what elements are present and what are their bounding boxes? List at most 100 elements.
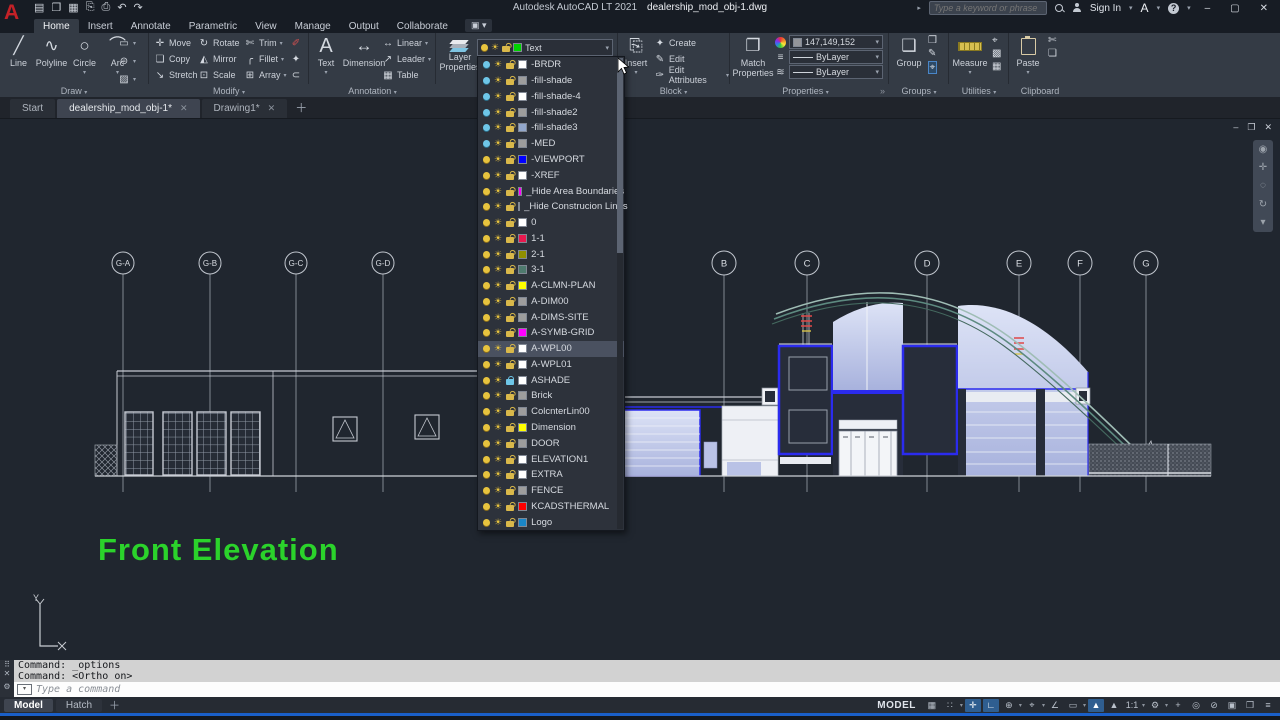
help-icon[interactable]: ? (1168, 3, 1179, 14)
file-tab-dealershipmodobj1[interactable]: dealership_mod_obj-1*✕ (57, 99, 199, 118)
layer-row[interactable]: ☀_Hide Area Boundaries (478, 183, 624, 199)
graphics-performance-icon[interactable]: ◎ (1188, 699, 1204, 712)
layer-on-icon[interactable] (483, 314, 490, 321)
layer-freeze-icon[interactable]: ☀ (494, 423, 502, 432)
layer-on-icon[interactable] (483, 219, 490, 226)
layer-unlocked-icon[interactable] (506, 316, 514, 322)
layer-on-icon[interactable] (483, 361, 490, 368)
layer-row[interactable]: ☀-BRDR (478, 57, 624, 73)
layer-color-swatch[interactable] (518, 391, 527, 400)
layer-unlocked-icon[interactable] (506, 268, 514, 274)
layer-unlocked-icon[interactable] (506, 331, 514, 337)
calculator-icon[interactable]: ▦ (992, 61, 1001, 72)
layer-row[interactable]: ☀A-DIMS-SITE (478, 309, 624, 325)
layer-freeze-icon[interactable]: ☀ (491, 43, 499, 52)
tool-text-button[interactable]: AText▾ (312, 33, 340, 79)
status-flyout-icon[interactable]: ▾ (1083, 702, 1086, 709)
layer-on-icon[interactable] (481, 44, 488, 51)
layer-row[interactable]: ☀Dimension (478, 420, 624, 436)
tool-fillet-button[interactable]: ╭Fillet▾ (244, 51, 290, 67)
command-tools-icon[interactable]: ⚙ (0, 678, 14, 693)
layer-unlocked-icon[interactable] (506, 237, 514, 243)
layer-color-swatch[interactable] (518, 187, 522, 196)
tool-move-button[interactable]: ✛Move (154, 35, 198, 51)
layer-freeze-icon[interactable]: ☀ (494, 486, 502, 495)
flyout-icon[interactable]: ▾ (133, 76, 136, 83)
flyout-icon[interactable]: ▾ (726, 72, 729, 79)
layer-freeze-icon[interactable]: ☀ (494, 281, 502, 290)
navbar-menu-icon[interactable]: ▾ (1260, 217, 1265, 228)
layer-row[interactable]: ☀A-WPL00 (478, 341, 624, 357)
layer-row[interactable]: ☀-fill-shade3 (478, 120, 624, 136)
new-layout-icon[interactable]: ＋ (109, 697, 120, 713)
layer-on-icon[interactable] (483, 172, 490, 179)
flyout-icon[interactable]: ▾ (284, 72, 287, 79)
layer-unlocked-icon[interactable] (506, 221, 514, 227)
ribbon-tab-output[interactable]: Output (340, 19, 388, 33)
layer-unlocked-icon[interactable] (506, 174, 514, 180)
lineweight-combo[interactable]: ByLayer▾ (789, 50, 883, 64)
layer-unlocked-icon[interactable] (506, 190, 514, 196)
layer-color-swatch[interactable] (518, 360, 527, 369)
layer-color-swatch[interactable] (518, 265, 527, 274)
file-tab-close-icon[interactable]: ✕ (268, 103, 276, 114)
sign-in-dropdown-icon[interactable]: ▾ (1129, 4, 1133, 12)
layer-freeze-icon[interactable]: ☀ (494, 407, 502, 416)
layer-color-swatch[interactable] (518, 376, 527, 385)
group-edit-icon[interactable]: ✎ (928, 48, 937, 59)
layer-freeze-icon[interactable]: ☀ (494, 518, 502, 527)
layer-row[interactable]: ☀KCADSTHERMAL (478, 498, 624, 514)
sign-in-button[interactable]: Sign In (1090, 3, 1121, 14)
layer-color-swatch[interactable] (518, 234, 527, 243)
autodesk-dropdown-icon[interactable]: ▾ (1157, 4, 1161, 12)
layer-color-swatch[interactable] (518, 344, 527, 353)
customization-icon[interactable]: ≡ (1260, 699, 1276, 712)
layer-color-swatch[interactable] (518, 407, 527, 416)
layer-freeze-icon[interactable]: ☀ (494, 297, 502, 306)
layer-row[interactable]: ☀ELEVATION1 (478, 451, 624, 467)
layer-lock-icon[interactable] (502, 46, 510, 52)
object-snap-tracking-icon[interactable]: ⊕ (1001, 699, 1017, 712)
layer-unlocked-icon[interactable] (506, 426, 514, 432)
polar-tracking-icon[interactable]: ∟ (983, 699, 999, 712)
layer-color-swatch[interactable] (518, 202, 520, 211)
layer-row[interactable]: ☀3-1 (478, 262, 624, 278)
tool-linear-button[interactable]: ↔Linear▾ (382, 35, 431, 51)
object-color-combo[interactable]: 147,149,152▾ (789, 35, 883, 49)
layer-on-icon[interactable] (483, 456, 490, 463)
layer-row[interactable]: ☀-fill-shade-4 (478, 89, 624, 105)
layer-row[interactable]: ☀-fill-shade (478, 73, 624, 89)
help-dropdown-icon[interactable]: ▾ (1187, 4, 1191, 12)
maximize-button[interactable]: ▢ (1224, 3, 1245, 14)
rectangle-tool[interactable]: ▭▾ (118, 35, 136, 51)
ellipse-tool[interactable]: ⊜▾ (118, 53, 136, 69)
quick-calculator-icon[interactable]: ▩ (992, 48, 1001, 59)
panel-caption-block[interactable]: Block ▾ (618, 85, 729, 97)
ribbon-extra-button[interactable]: ▣ ▾ (465, 19, 493, 32)
tool-leader-button[interactable]: ↗Leader▾ (382, 51, 431, 67)
layer-freeze-icon[interactable]: ☀ (494, 155, 502, 164)
layer-locked-icon[interactable] (506, 379, 514, 385)
layer-freeze-icon[interactable]: ☀ (494, 502, 502, 511)
layer-unlocked-icon[interactable] (506, 253, 514, 259)
command-input-row[interactable]: ▾ Type a command (14, 682, 1280, 697)
ribbon-tab-insert[interactable]: Insert (79, 19, 122, 33)
layer-on-icon[interactable] (483, 188, 490, 195)
layer-color-swatch[interactable] (518, 250, 527, 259)
layer-on-icon[interactable] (483, 424, 490, 431)
ribbon-tab-manage[interactable]: Manage (286, 19, 340, 33)
command-prompt-placeholder[interactable]: Type a command (36, 684, 120, 695)
dynamic-input-icon[interactable]: ▭ (1065, 699, 1081, 712)
layer-row[interactable]: ☀Brick (478, 388, 624, 404)
layer-row[interactable]: ☀EXTRA (478, 467, 624, 483)
layer-off-icon[interactable] (483, 140, 490, 147)
layer-row[interactable]: ☀_Hide Construcion Lines (478, 199, 624, 215)
tool-trim-button[interactable]: ✄Trim▾ (244, 35, 290, 51)
layer-unlocked-icon[interactable] (506, 363, 514, 369)
block-edit-attributes-button[interactable]: ✑Edit Attributes▾ (654, 67, 729, 83)
annotation-autoscale-icon[interactable]: ▲ (1106, 699, 1122, 712)
layer-unlocked-icon[interactable] (506, 79, 514, 85)
layer-row[interactable]: ☀A-DIM00 (478, 293, 624, 309)
layer-on-icon[interactable] (483, 408, 490, 415)
layer-color-swatch[interactable] (518, 171, 527, 180)
